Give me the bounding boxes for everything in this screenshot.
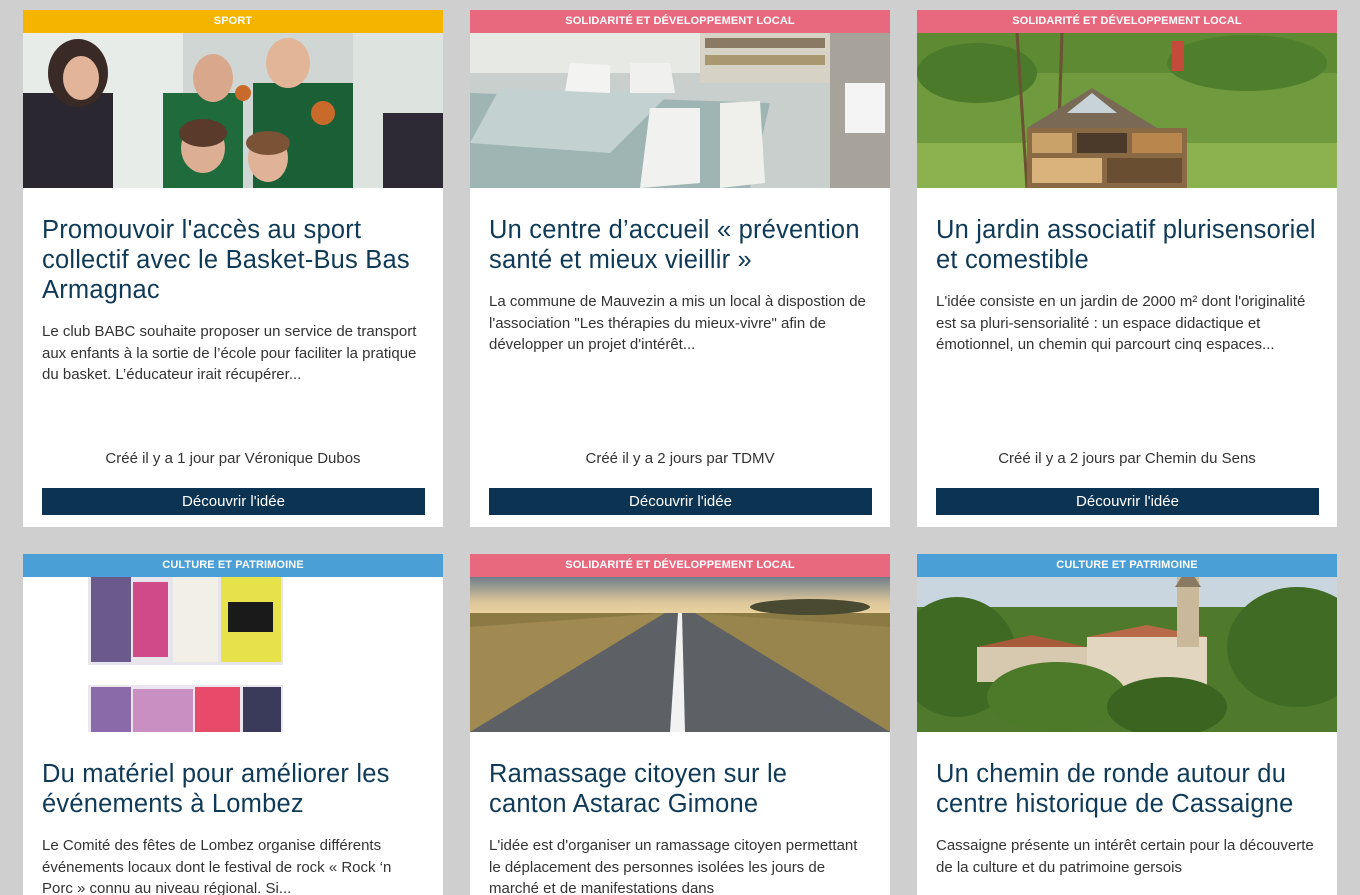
idea-description: L'idée est d'organiser un ramassage cito… xyxy=(489,837,858,895)
idea-title[interactable]: Ramassage citoyen sur le canton Astarac … xyxy=(489,759,871,819)
idea-meta: Créé il y a 2 jours par Chemin du Sens xyxy=(998,450,1256,467)
idea-card[interactable]: Solidarité et développement local xyxy=(917,10,1337,527)
village-photo xyxy=(917,577,1337,732)
category-tag: Solidarité et développement local xyxy=(470,554,890,577)
idea-title[interactable]: Un jardin associatif plurisensoriel et c… xyxy=(936,215,1318,275)
idea-title[interactable]: Un centre d’accueil « prévention santé e… xyxy=(489,215,871,275)
idea-card[interactable]: Sport Promou xyxy=(23,10,443,527)
idea-card[interactable]: Culture et patrimoine Un chemin de ronde… xyxy=(917,554,1337,895)
ideas-grid: Sport Promou xyxy=(0,0,1360,895)
idea-title[interactable]: Du matériel pour améliorer les événement… xyxy=(42,759,424,819)
idea-card[interactable]: Solidarité et développement local Un cen… xyxy=(470,10,890,527)
idea-card[interactable]: Solidarité et développement local xyxy=(470,554,890,895)
idea-description: L'idée consiste en un jardin de 2000 m² … xyxy=(936,293,1306,353)
category-tag: Culture et patrimoine xyxy=(23,554,443,577)
idea-image[interactable] xyxy=(470,577,890,732)
discover-idea-button[interactable]: Découvrir l'idée xyxy=(42,488,425,515)
category-tag: Sport xyxy=(23,10,443,33)
idea-image[interactable] xyxy=(23,577,443,732)
idea-image[interactable] xyxy=(917,33,1337,188)
idea-title[interactable]: Un chemin de ronde autour du centre hist… xyxy=(936,759,1318,819)
idea-description: La commune de Mauvezin a mis un local à … xyxy=(489,293,866,353)
posters-photo xyxy=(23,577,443,732)
idea-description: Le Comité des fêtes de Lombez organise d… xyxy=(42,837,392,895)
idea-meta: Créé il y a 1 jour par Véronique Dubos xyxy=(105,450,361,467)
garden-photo xyxy=(917,33,1337,188)
idea-description: Cassaigne présente un intérêt certain po… xyxy=(936,837,1314,876)
idea-description: Le club BABC souhaite proposer un servic… xyxy=(42,323,417,383)
discover-idea-button[interactable]: Découvrir l'idée xyxy=(936,488,1319,515)
road-photo xyxy=(470,577,890,732)
idea-image[interactable] xyxy=(917,577,1337,732)
category-tag: Culture et patrimoine xyxy=(917,554,1337,577)
idea-image[interactable] xyxy=(23,33,443,188)
idea-image[interactable] xyxy=(470,33,890,188)
meeting-room-photo xyxy=(470,33,890,188)
kids-photo xyxy=(23,33,443,188)
idea-card[interactable]: Culture et patrimoine Du matériel pour a… xyxy=(23,554,443,895)
idea-meta: Créé il y a 2 jours par TDMV xyxy=(585,450,775,467)
discover-idea-button[interactable]: Découvrir l'idée xyxy=(489,488,872,515)
idea-title[interactable]: Promouvoir l'accès au sport collectif av… xyxy=(42,215,424,305)
category-tag: Solidarité et développement local xyxy=(470,10,890,33)
category-tag: Solidarité et développement local xyxy=(917,10,1337,33)
